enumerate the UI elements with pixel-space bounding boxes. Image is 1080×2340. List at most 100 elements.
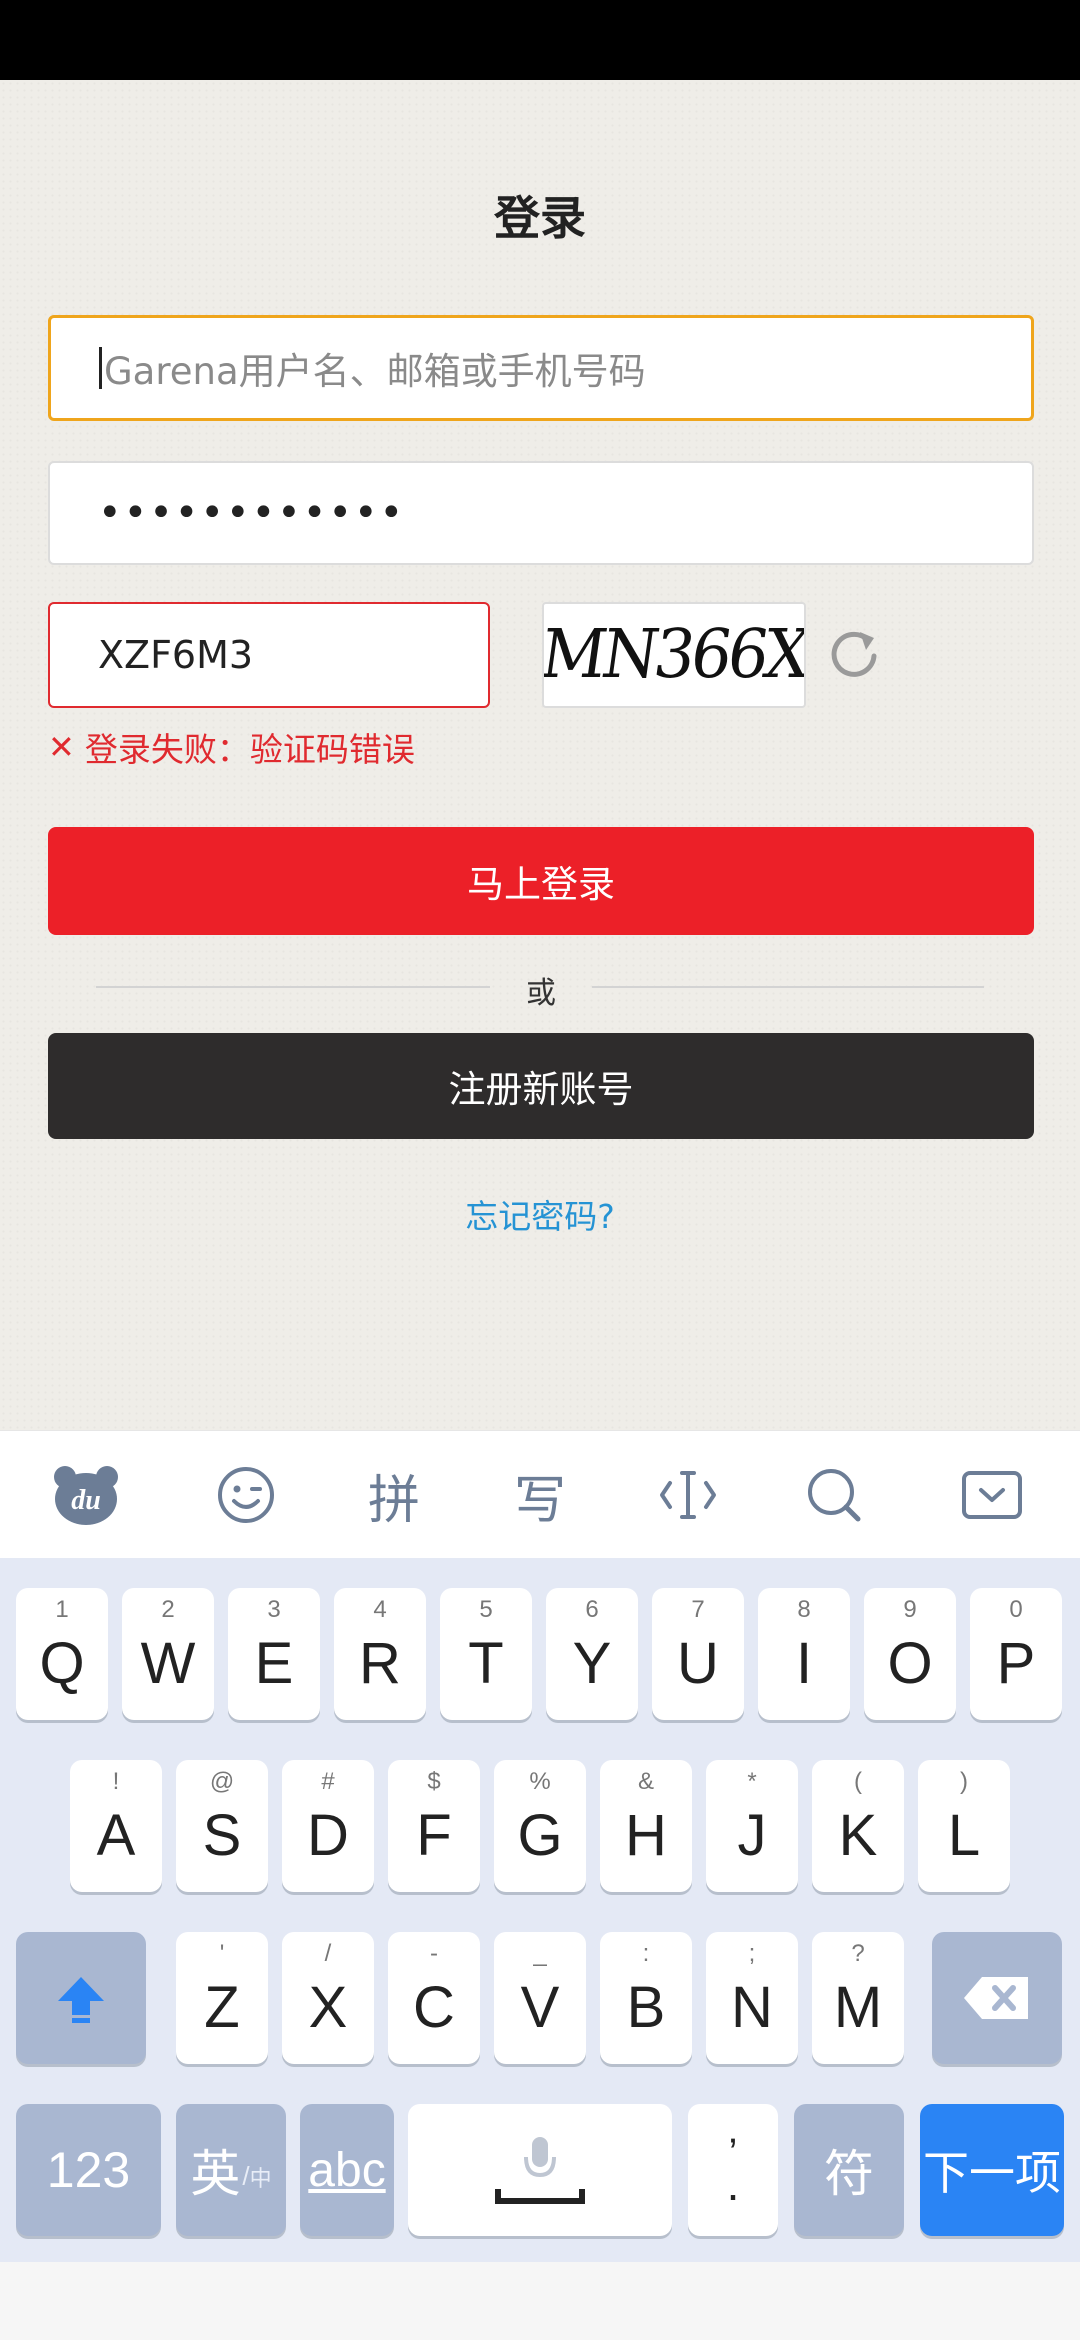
key-secondary-label: 5 <box>479 1596 493 1623</box>
key-secondary-label: * <box>747 1768 757 1795</box>
key-label: A <box>96 1802 136 1868</box>
key-secondary-label: 9 <box>903 1596 917 1623</box>
key-label: G <box>517 1802 563 1868</box>
key-label: F <box>416 1802 452 1868</box>
key-secondary-label: 0 <box>1009 1596 1023 1623</box>
key-w[interactable]: 2W <box>122 1588 214 1720</box>
emoji-icon[interactable] <box>196 1431 296 1559</box>
symbols-key[interactable]: 符 <box>794 2104 904 2236</box>
key-f[interactable]: $ F <box>388 1760 480 1892</box>
handwriting-mode-icon[interactable]: 写 <box>490 1431 590 1559</box>
key-r[interactable]: 4R <box>334 1588 426 1720</box>
key-h[interactable]: & H <box>600 1760 692 1892</box>
key-q[interactable]: 1Q <box>16 1588 108 1720</box>
key-label: O <box>887 1630 933 1696</box>
key-secondary-label: ; <box>748 1940 756 1967</box>
key-v[interactable]: _ V <box>494 1932 586 2064</box>
key-secondary-label: : <box>642 1940 650 1967</box>
captcha-image[interactable]: MN366X <box>542 602 806 708</box>
key-secondary-label: - <box>430 1940 438 1967</box>
key-s[interactable]: @ S <box>176 1760 268 1892</box>
key-x[interactable]: / X <box>282 1932 374 2064</box>
key-label: P <box>996 1630 1036 1696</box>
space-key[interactable] <box>408 2104 672 2236</box>
key-k[interactable]: (K <box>812 1760 904 1892</box>
key-t[interactable]: 5T <box>440 1588 532 1720</box>
login-page: 登录 Garena用户名、邮箱或手机号码 •••••••••••• XZF6M3… <box>0 80 1080 1430</box>
next-field-key[interactable]: 下一项 <box>920 2104 1064 2236</box>
pinyin-mode-icon[interactable]: 拼 <box>344 1431 444 1559</box>
key-u[interactable]: 7U <box>652 1588 744 1720</box>
key-secondary-label: 6 <box>585 1596 599 1623</box>
or-text: 或 <box>526 976 556 1011</box>
key-secondary-label: @ <box>209 1768 235 1795</box>
refresh-icon[interactable] <box>824 622 884 686</box>
key-secondary-label: ( <box>854 1768 862 1795</box>
page-title: 登录 <box>494 191 586 245</box>
key-label: M <box>833 1974 883 2040</box>
key-c[interactable]: -C <box>388 1932 480 2064</box>
login-button[interactable]: 马上登录 <box>48 827 1034 935</box>
backspace-key[interactable] <box>932 1932 1062 2064</box>
key-label: R <box>359 1630 401 1696</box>
numbers-key[interactable]: 123 <box>16 2104 161 2236</box>
collapse-keyboard-icon[interactable] <box>942 1431 1042 1559</box>
key-b[interactable]: :B <box>600 1932 692 2064</box>
key-l[interactable]: ) L <box>918 1760 1010 1892</box>
text-caret <box>99 347 102 389</box>
keyboard-toolbar: du 拼 写 <box>0 1430 1080 1558</box>
register-button[interactable]: 注册新账号 <box>48 1033 1034 1139</box>
svg-text:du: du <box>71 1485 101 1516</box>
key-e[interactable]: 3E <box>228 1588 320 1720</box>
forgot-password-link[interactable]: 忘记密码? <box>0 1190 1080 1238</box>
error-x-icon: ✕ <box>48 728 75 766</box>
key-label: L <box>947 1802 981 1868</box>
key-label: E <box>254 1630 294 1696</box>
key-label: C <box>413 1974 455 2040</box>
cursor-icon[interactable] <box>638 1431 738 1559</box>
key-j[interactable]: * J <box>706 1760 798 1892</box>
key-n[interactable]: ; N <box>706 1932 798 2064</box>
key-p[interactable]: 0P <box>970 1588 1062 1720</box>
key-label: N <box>731 1974 773 2040</box>
search-icon[interactable] <box>784 1431 884 1559</box>
username-placeholder: Garena用户名、邮箱或手机号码 <box>104 350 646 393</box>
key-secondary-label: 1 <box>55 1596 69 1623</box>
punctuation-key[interactable]: ’ . <box>688 2104 778 2236</box>
key-secondary-label: $ <box>427 1768 441 1795</box>
key-z[interactable]: ' Z <box>176 1932 268 2064</box>
username-input[interactable]: Garena用户名、邮箱或手机号码 <box>48 315 1034 421</box>
captcha-input[interactable]: XZF6M3 <box>48 602 490 708</box>
key-y[interactable]: 6Y <box>546 1588 638 1720</box>
key-label: T <box>468 1630 504 1696</box>
key-i[interactable]: 8I <box>758 1588 850 1720</box>
key-secondary-label: & <box>637 1768 654 1795</box>
language-switch-key[interactable]: 英 / 中 <box>176 2104 286 2236</box>
key-g[interactable]: % G <box>494 1760 586 1892</box>
key-secondary-label: 8 <box>797 1596 811 1623</box>
key-secondary-label: ' <box>219 1940 225 1967</box>
key-secondary-label: ) <box>960 1768 968 1795</box>
key-o[interactable]: 9O <box>864 1588 956 1720</box>
password-value: •••••••••••• <box>98 490 406 536</box>
password-input[interactable]: •••••••••••• <box>48 461 1034 565</box>
key-secondary-label: 2 <box>161 1596 175 1623</box>
captcha-value: XZF6M3 <box>98 633 254 677</box>
key-secondary-label: _ <box>533 1940 547 1967</box>
key-d[interactable]: # D <box>282 1760 374 1892</box>
key-m[interactable]: ? M <box>812 1932 904 2064</box>
backspace-icon <box>964 1977 1028 2019</box>
key-a[interactable]: ! A <box>70 1760 162 1892</box>
key-label: X <box>308 1974 348 2040</box>
key-label: Y <box>572 1630 612 1696</box>
error-text: 登录失败：验证码错误 <box>84 730 415 769</box>
key-secondary-label: ? <box>851 1940 865 1967</box>
key-label: S <box>202 1802 242 1868</box>
key-label: I <box>795 1630 813 1696</box>
key-label: U <box>677 1630 719 1696</box>
shift-key[interactable] <box>16 1932 146 2064</box>
status-bar <box>0 0 1080 80</box>
du-bear-icon[interactable]: du <box>36 1431 136 1559</box>
abc-key[interactable]: abc <box>300 2104 394 2236</box>
key-secondary-label: 7 <box>691 1596 705 1623</box>
